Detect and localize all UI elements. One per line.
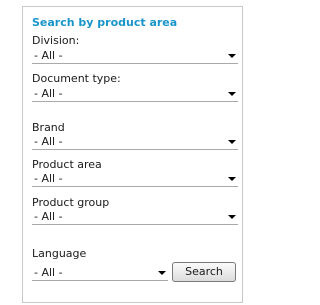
- product-area-label: Product area: [32, 158, 102, 171]
- search-button[interactable]: Search: [172, 262, 236, 282]
- product-area-select[interactable]: - All -: [32, 172, 238, 187]
- language-value: - All -: [34, 266, 63, 279]
- chevron-down-icon: [228, 140, 236, 144]
- division-select[interactable]: - All -: [32, 49, 238, 64]
- chevron-down-icon: [228, 54, 236, 58]
- document-type-label: Document type:: [32, 72, 121, 85]
- brand-value: - All -: [34, 135, 63, 148]
- product-area-value: - All -: [34, 172, 63, 185]
- division-value: - All -: [34, 49, 63, 62]
- language-label: Language: [32, 247, 87, 260]
- product-group-value: - All -: [34, 210, 63, 223]
- brand-label: Brand: [32, 121, 65, 134]
- chevron-down-icon: [158, 271, 166, 275]
- product-group-label: Product group: [32, 196, 110, 209]
- brand-select[interactable]: - All -: [32, 135, 238, 150]
- product-group-select[interactable]: - All -: [32, 210, 238, 225]
- document-type-value: - All -: [34, 87, 63, 100]
- language-select[interactable]: - All -: [32, 266, 168, 281]
- chevron-down-icon: [228, 92, 236, 96]
- document-type-select[interactable]: - All -: [32, 87, 238, 102]
- division-label: Division:: [32, 34, 80, 47]
- chevron-down-icon: [228, 215, 236, 219]
- chevron-down-icon: [228, 177, 236, 181]
- panel-heading: Search by product area: [32, 16, 178, 29]
